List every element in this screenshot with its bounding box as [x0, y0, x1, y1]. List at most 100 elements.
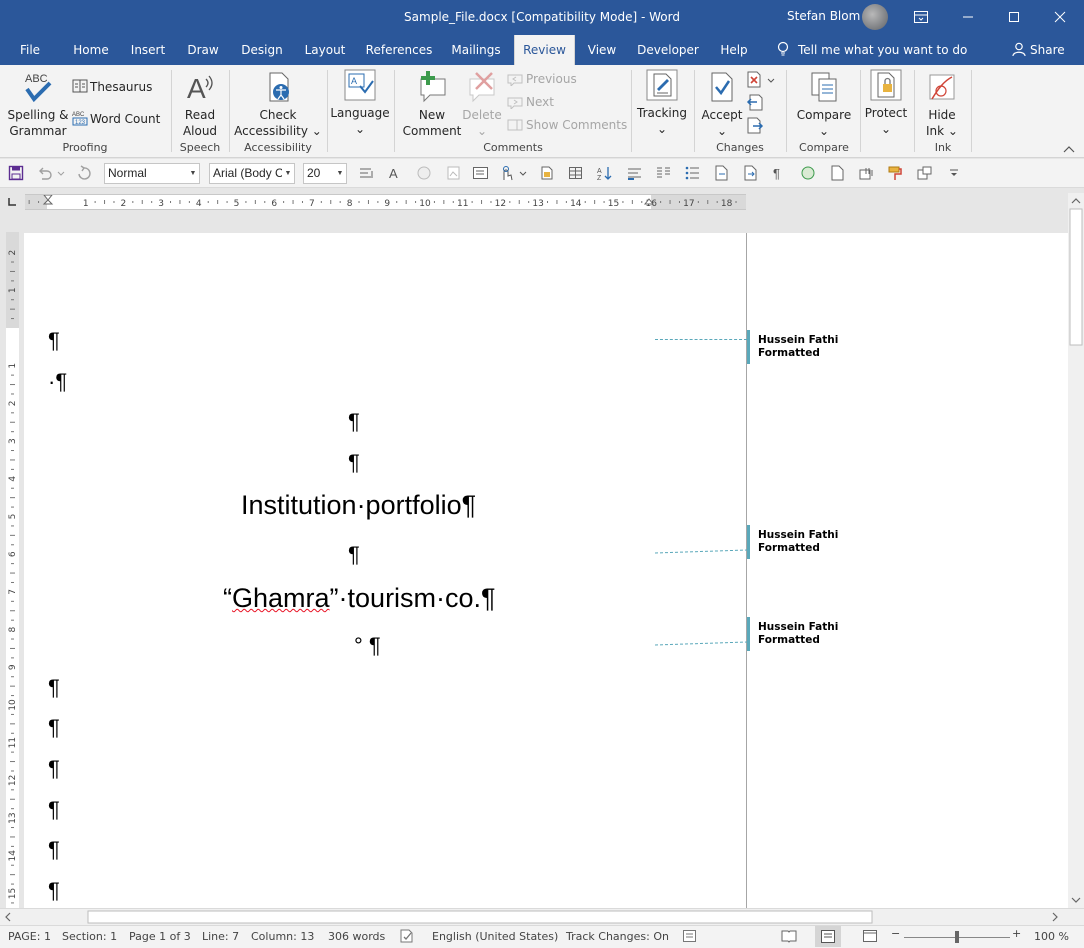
web-layout-icon[interactable] [862, 929, 878, 946]
format-painter-icon[interactable] [887, 165, 904, 181]
empty-paragraph[interactable]: ¶ [48, 837, 60, 863]
zoom-in-button[interactable]: + [1012, 927, 1021, 940]
touch-mode-icon[interactable] [498, 165, 530, 181]
tab-help[interactable]: Help [712, 35, 756, 65]
undo-icon[interactable] [36, 165, 66, 181]
status-word-count[interactable]: 306 words [328, 930, 385, 943]
proofing-status-icon[interactable] [399, 929, 415, 946]
tab-file[interactable]: File [10, 35, 50, 65]
save-icon[interactable] [8, 165, 25, 181]
check-accessibility-button[interactable]: Check Accessibility ⌄ [234, 71, 322, 138]
font-size-dropdown[interactable]: 20 ▼ [303, 163, 347, 184]
tab-home[interactable]: Home [66, 35, 116, 65]
minimize-icon[interactable] [945, 0, 991, 35]
show-formatting-icon[interactable]: ¶ [771, 165, 788, 181]
insert-picture-icon[interactable] [445, 165, 462, 181]
zoom-out-button[interactable]: − [891, 927, 900, 940]
accept-button[interactable]: Accept ⌄ [700, 71, 744, 138]
print-layout-icon[interactable] [815, 926, 841, 947]
revision-balloon[interactable]: Hussein Fathi Formatted [747, 617, 847, 651]
tab-view[interactable]: View [582, 35, 622, 65]
font-dropdown[interactable]: Arial (Body C ▼ [209, 163, 295, 184]
delete-comment-button[interactable]: Delete ⌄ [462, 71, 502, 138]
tab-design[interactable]: Design [234, 35, 290, 65]
empty-paragraph[interactable]: ¶ [48, 328, 60, 354]
protect-button[interactable]: Protect ⌄ [862, 69, 910, 137]
status-page-of[interactable]: Page 1 of 3 [129, 930, 191, 943]
avatar[interactable] [862, 4, 888, 30]
status-line[interactable]: Line: 7 [202, 930, 239, 943]
horizontal-scrollbar[interactable] [0, 908, 1084, 925]
ribbon-display-icon[interactable] [898, 0, 944, 35]
macro-icon[interactable] [682, 929, 698, 946]
reject-button[interactable] [746, 71, 776, 89]
read-aloud-button[interactable]: A Read Aloud [176, 71, 224, 138]
next-comment-button[interactable]: Next [507, 94, 627, 112]
tab-references[interactable]: References [360, 35, 438, 65]
document-icon[interactable] [713, 165, 730, 181]
zoom-level[interactable]: 100 % [1034, 930, 1069, 943]
text-box-icon[interactable] [472, 165, 489, 181]
blank-page-icon[interactable] [829, 165, 846, 181]
thesaurus-button[interactable]: Thesaurus [72, 79, 164, 97]
show-comments-button[interactable]: Show Comments [507, 117, 629, 135]
previous-comment-button[interactable]: Previous [507, 71, 627, 89]
empty-paragraph[interactable]: ¶ [348, 450, 360, 476]
new-comment-button[interactable]: New Comment [400, 71, 464, 138]
sort-icon[interactable]: AZ [596, 165, 613, 182]
empty-paragraph[interactable]: ¶ [48, 878, 60, 904]
horizontal-ruler[interactable]: 21123456789101112131415161718 [0, 194, 746, 210]
word-count-button[interactable]: ABC 123 Word Count [72, 110, 168, 128]
close-icon[interactable] [1037, 0, 1083, 35]
tell-me-search[interactable]: Tell me what you want to do [776, 35, 967, 65]
empty-paragraph[interactable]: ¶ [48, 797, 60, 823]
font-color-icon[interactable]: A [387, 165, 404, 181]
tab-mailings[interactable]: Mailings [446, 35, 506, 65]
vertical-ruler[interactable]: 2 1 1 2 3 4 5 6 7 8 9 10 11 12 13 14 15 [6, 232, 19, 923]
status-track-changes[interactable]: Track Changes: On [566, 930, 669, 943]
next-change-button[interactable] [746, 117, 764, 135]
redo-icon[interactable] [76, 165, 93, 181]
tab-review[interactable]: Review [514, 35, 575, 65]
zoom-slider-thumb[interactable] [955, 931, 959, 943]
tab-developer[interactable]: Developer [632, 35, 704, 65]
previous-change-button[interactable] [746, 94, 764, 112]
empty-paragraph[interactable]: ¶ [48, 715, 60, 741]
revision-balloon[interactable]: Hussein Fathi Formatted [747, 525, 847, 559]
empty-paragraph[interactable]: ·¶ [48, 369, 67, 395]
status-page[interactable]: PAGE: 1 [8, 930, 51, 943]
columns-icon[interactable] [655, 165, 672, 181]
maximize-icon[interactable] [991, 0, 1037, 35]
circle-shape-icon[interactable] [800, 165, 817, 181]
empty-paragraph[interactable]: ¶ [48, 756, 60, 782]
spelling-grammar-button[interactable]: ABC Spelling & Grammar [6, 71, 70, 138]
empty-paragraph[interactable]: ¶ [48, 675, 60, 701]
hand-icon[interactable] [858, 165, 875, 181]
multi-window-icon[interactable] [916, 165, 933, 181]
tab-insert[interactable]: Insert [124, 35, 172, 65]
status-section[interactable]: Section: 1 [62, 930, 117, 943]
shape-icon[interactable] [416, 165, 433, 181]
compare-button[interactable]: Compare ⌄ [792, 71, 856, 138]
share-button[interactable]: Share [1012, 35, 1065, 65]
bullets-icon[interactable] [684, 165, 701, 181]
misspelled-word[interactable]: Ghamra [232, 583, 330, 613]
document-title[interactable]: Institution·portfolio¶ [241, 490, 476, 521]
empty-paragraph[interactable]: ¶ [348, 409, 360, 435]
read-mode-icon[interactable] [781, 929, 797, 946]
paragraph-format-icon[interactable] [358, 165, 375, 181]
tracking-button[interactable]: Tracking ⌄ [634, 69, 690, 137]
export-icon[interactable] [742, 165, 759, 181]
align-icon[interactable] [626, 165, 643, 181]
vertical-scrollbar[interactable] [1068, 193, 1084, 908]
company-name-line[interactable]: “Ghamra”·tourism·co.¶ [223, 583, 496, 614]
tab-draw[interactable]: Draw [181, 35, 225, 65]
user-name[interactable]: Stefan Blom [787, 9, 860, 23]
highlight-icon[interactable] [538, 165, 555, 181]
customize-toolbar-icon[interactable] [948, 165, 960, 181]
status-language[interactable]: English (United States) [432, 930, 558, 943]
tab-layout[interactable]: Layout [298, 35, 352, 65]
empty-paragraph[interactable]: ¶ [348, 542, 360, 568]
language-button[interactable]: A Language ⌄ [330, 69, 390, 137]
degree-paragraph[interactable]: ° ¶ [354, 633, 381, 659]
